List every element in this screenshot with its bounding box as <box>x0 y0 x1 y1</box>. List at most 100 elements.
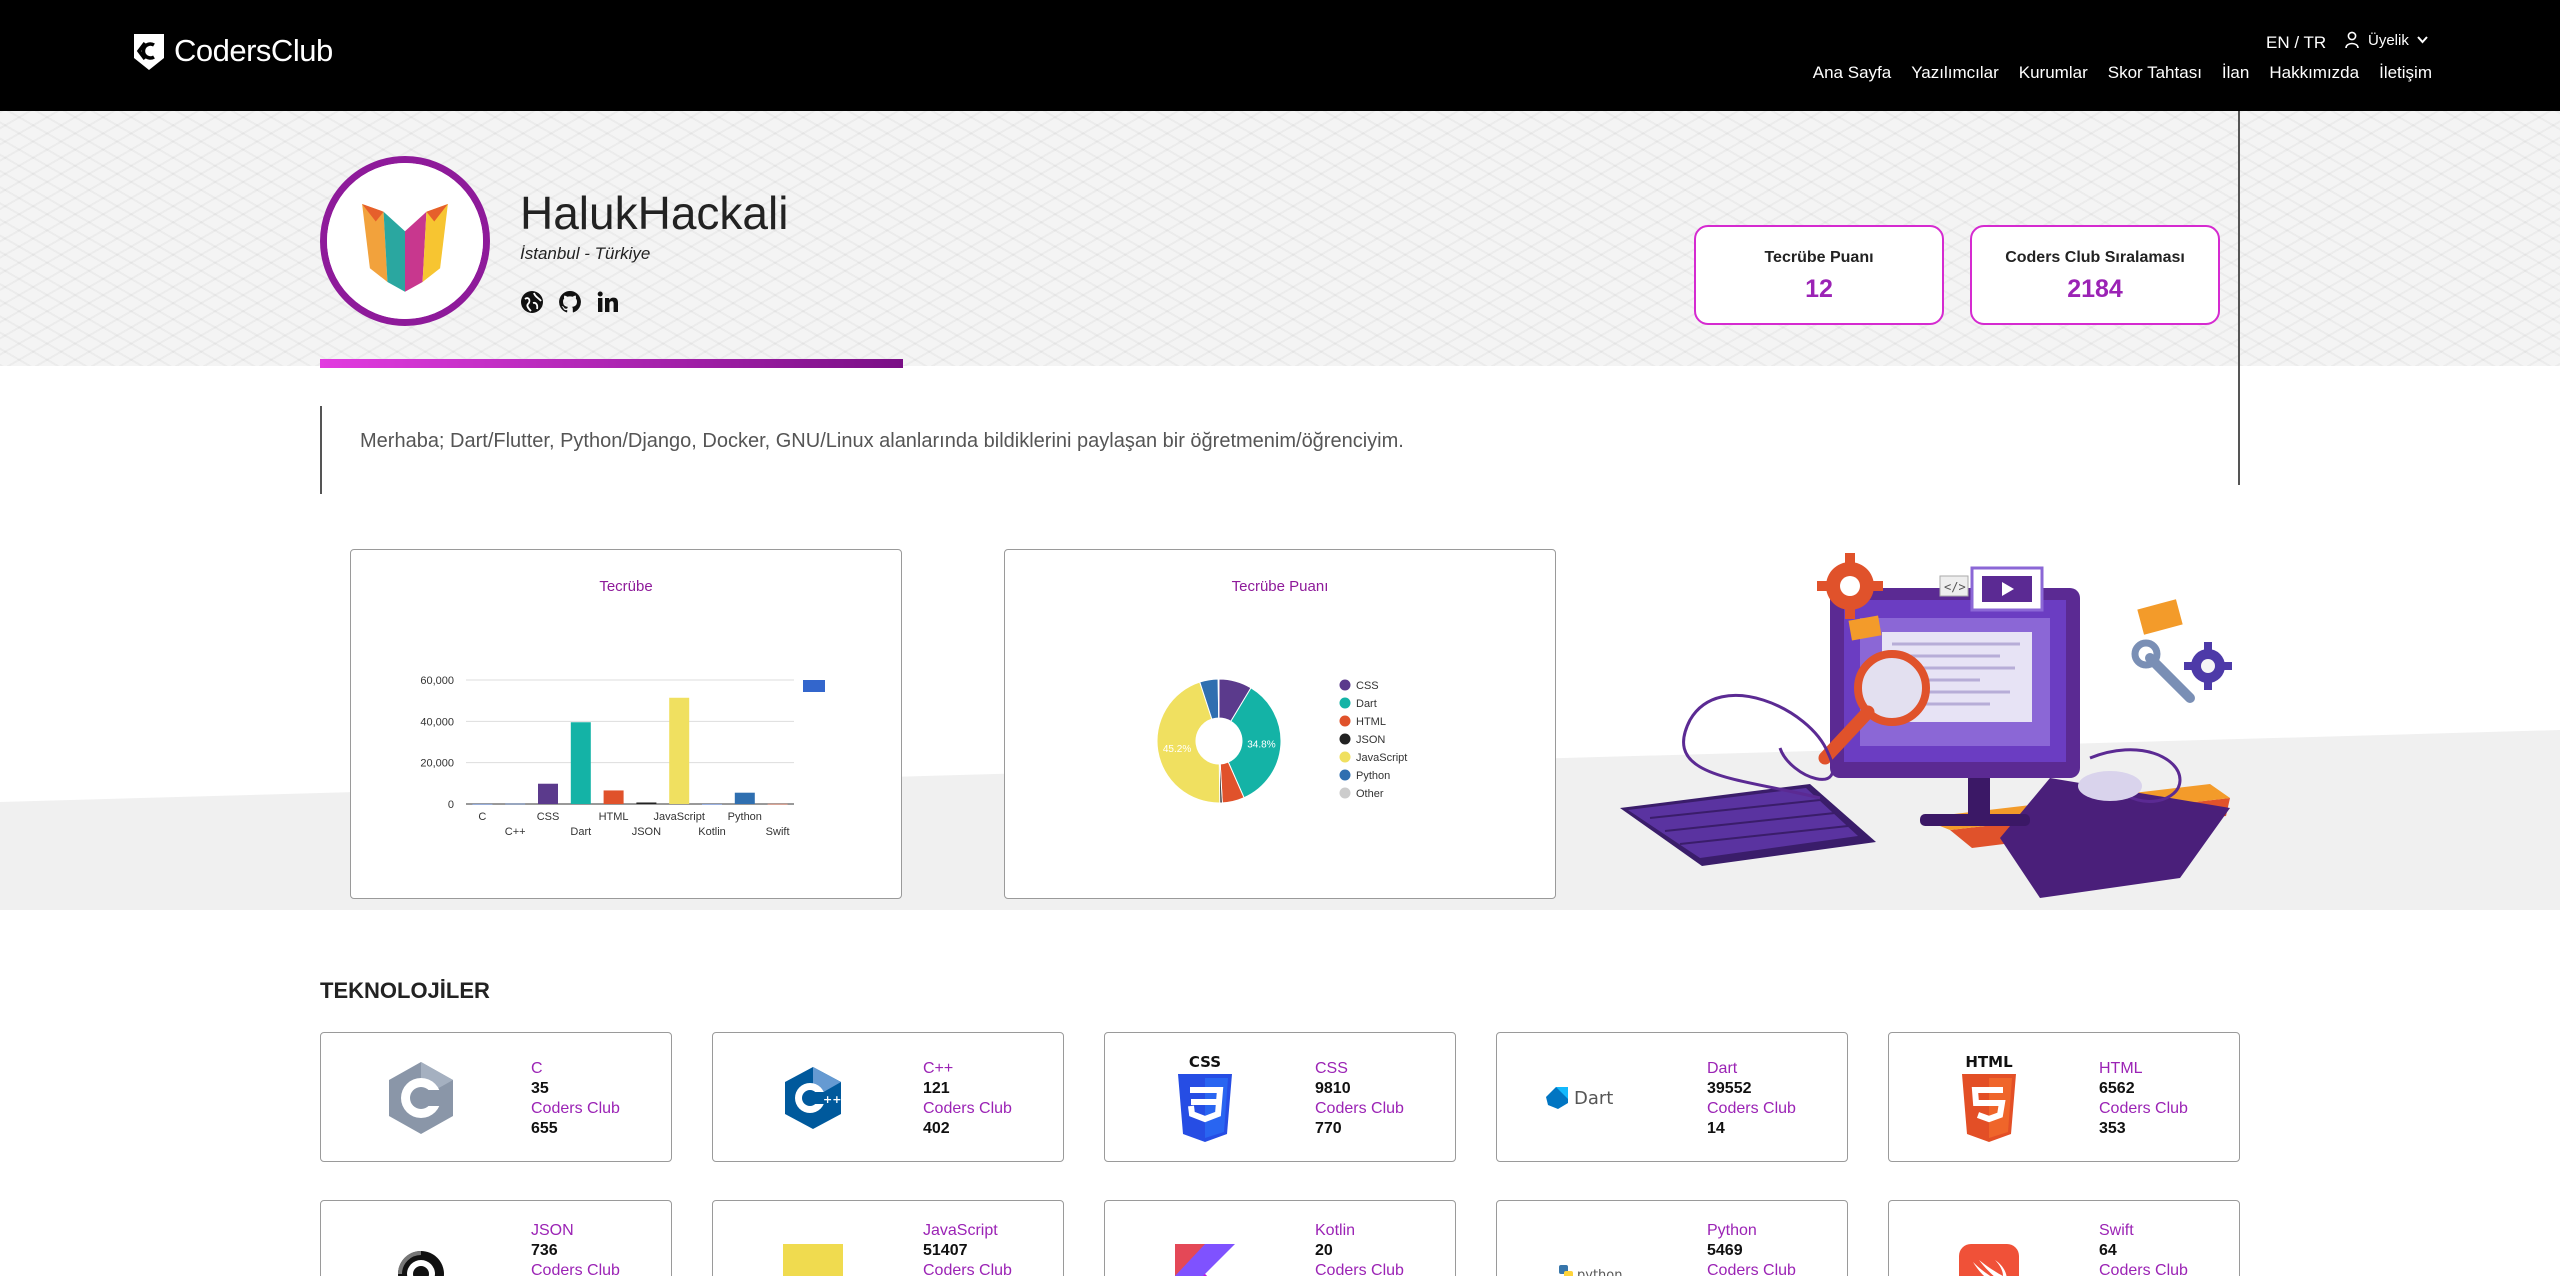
tech-card-cpp[interactable]: ++ C++ 121 Coders Club 402 <box>712 1032 1064 1162</box>
bar-swift <box>767 803 788 805</box>
pie-legend-label: JSON <box>1356 734 1385 746</box>
tech-card-dart[interactable]: Dart Dart 39552 Coders Club 14 <box>1496 1032 1848 1162</box>
nav-jobs[interactable]: İlan <box>2222 63 2249 83</box>
technologies-heading: TEKNOLOJİLER <box>320 978 490 1003</box>
bar-json <box>636 802 657 804</box>
pie-legend-swatch <box>1339 751 1351 763</box>
coders-club-label: Coders Club <box>2099 1262 2188 1276</box>
coders-club-label: Coders Club <box>531 1100 620 1117</box>
tech-name: Python <box>1707 1222 1757 1239</box>
bar-ytick-label: 60,000 <box>420 675 454 687</box>
bar-cpp <box>505 803 526 805</box>
tech-info: Dart 39552 Coders Club 14 <box>1707 1059 1796 1139</box>
main-nav: Ana Sayfa Yazılımcılar Kurumlar Skor Tah… <box>1793 63 2432 83</box>
bar-c <box>472 803 493 805</box>
tech-card-html[interactable]: HTML HTML 6562 Coders Club 353 <box>1888 1032 2240 1162</box>
tech-card-python[interactable]: python Python 5469 Coders Club <box>1496 1200 1848 1276</box>
club-ranking-card: Coders Club Sıralaması 2184 <box>1970 225 2220 325</box>
nav-companies[interactable]: Kurumlar <box>2019 63 2088 83</box>
tech-card-kotlin[interactable]: Kotlin 20 Coders Club <box>1104 1200 1456 1276</box>
club-ranking-label: Coders Club Sıralaması <box>2005 249 2185 266</box>
pie-legend-swatch <box>1339 679 1351 691</box>
tech-value: 51407 <box>923 1242 968 1259</box>
pie-legend-swatch <box>1339 787 1351 799</box>
tech-card-swift[interactable]: Swift 64 Coders Club <box>1888 1200 2240 1276</box>
swift-logo-icon <box>1929 1227 2049 1276</box>
profile-bio: Merhaba; Dart/Flutter, Python/Django, Do… <box>320 406 2238 494</box>
pie-legend-label: CSS <box>1356 680 1379 692</box>
tech-card-c[interactable]: C 35 Coders Club 655 <box>320 1032 672 1162</box>
svg-text:++: ++ <box>823 1093 841 1106</box>
bar-xtick-label: CSS <box>537 811 560 823</box>
python-logo-icon: python <box>1537 1227 1657 1276</box>
pie-legend-label: JavaScript <box>1356 752 1407 764</box>
css3-logo-icon: CSS <box>1145 1051 1265 1145</box>
globe-icon[interactable] <box>519 289 545 315</box>
tech-info: C++ 121 Coders Club 402 <box>923 1059 1012 1139</box>
avatar-image <box>327 163 483 319</box>
tech-info: CSS 9810 Coders Club 770 <box>1315 1059 1404 1139</box>
tech-card-json[interactable]: JSON 736 Coders Club <box>320 1200 672 1276</box>
tech-name: CSS <box>1315 1060 1348 1077</box>
tech-rank: 402 <box>923 1120 950 1137</box>
pie-slice-label: 34.8% <box>1247 740 1275 751</box>
bar-xtick-label: C <box>478 811 486 823</box>
bar-python <box>734 792 755 804</box>
tech-rank: 770 <box>1315 1120 1342 1137</box>
pie-slice-label: 45.2% <box>1163 744 1191 755</box>
nav-developers[interactable]: Yazılımcılar <box>1911 63 1999 83</box>
pie-legend-swatch <box>1339 715 1351 727</box>
nav-scoreboard[interactable]: Skor Tahtası <box>2108 63 2202 83</box>
bar-ytick-label: 0 <box>448 799 454 811</box>
tech-card-css[interactable]: CSS CSS 9810 Coders Club 770 <box>1104 1032 1456 1162</box>
bar-xtick-label: Python <box>728 811 762 823</box>
tech-name: Swift <box>2099 1222 2134 1239</box>
dart-logo-icon: Dart <box>1537 1051 1657 1145</box>
bar-xtick-label: HTML <box>599 811 629 823</box>
experience-points-card: Tecrübe Puanı 12 <box>1694 225 1944 325</box>
tech-value: 39552 <box>1707 1080 1752 1097</box>
linkedin-icon[interactable] <box>595 289 621 315</box>
chevron-down-icon <box>2417 36 2428 44</box>
tech-name: Kotlin <box>1315 1222 1356 1239</box>
profile-location: İstanbul - Türkiye <box>520 244 651 263</box>
tech-value: 736 <box>531 1242 558 1259</box>
coders-club-label: Coders Club <box>1315 1262 1404 1276</box>
coders-club-label: Coders Club <box>531 1262 620 1276</box>
tech-value: 6562 <box>2099 1080 2135 1097</box>
tech-value: 64 <box>2099 1242 2117 1259</box>
bar-xtick-label: JSON <box>632 826 661 838</box>
bar-xtick-label: Kotlin <box>698 826 726 838</box>
coders-club-label: Coders Club <box>923 1100 1012 1117</box>
python-logo-text: python <box>1577 1268 1622 1276</box>
json-logo-icon <box>361 1227 481 1276</box>
tech-rank: 353 <box>2099 1120 2126 1137</box>
html-logo-text: HTML <box>1965 1053 2013 1071</box>
nav-contact[interactable]: İletişim <box>2379 63 2432 83</box>
experience-bar-chart-card: Tecrübe 0 20,000 40,000 60,000 C C++ CSS Dart HT… <box>350 549 902 899</box>
top-navbar: CodersClub EN / TR Üyelik Ana Sayfa Yazı… <box>0 0 2560 111</box>
tech-name: JSON <box>531 1222 574 1239</box>
avatar <box>320 156 490 326</box>
user-icon <box>2345 31 2359 49</box>
profile-accent-bar <box>320 359 903 368</box>
tech-name: C++ <box>923 1060 954 1077</box>
dart-logo-text: Dart <box>1574 1088 1613 1109</box>
brand-logo-link[interactable]: CodersClub <box>128 30 333 72</box>
membership-menu[interactable]: Üyelik <box>2344 31 2428 49</box>
c-logo-icon <box>361 1051 481 1145</box>
tech-name: HTML <box>2099 1060 2143 1077</box>
pie-slice-other <box>1217 678 1220 719</box>
tech-card-javascript[interactable]: JS JavaScript 51407 Coders Club <box>712 1200 1064 1276</box>
nav-home[interactable]: Ana Sayfa <box>1813 63 1891 83</box>
nav-about[interactable]: Hakkımızda <box>2269 63 2359 83</box>
experience-points-label: Tecrübe Puanı <box>1764 249 1874 266</box>
experience-points-value: 12 <box>1805 275 1833 303</box>
language-switch[interactable]: EN / TR <box>2266 33 2326 53</box>
pie-legend-label: Other <box>1356 788 1384 800</box>
tech-info: JavaScript 51407 Coders Club <box>923 1221 1012 1276</box>
bio-text: Merhaba; Dart/Flutter, Python/Django, Do… <box>360 430 1404 452</box>
tech-name: C <box>531 1060 543 1077</box>
tech-info: HTML 6562 Coders Club 353 <box>2099 1059 2188 1139</box>
github-icon[interactable] <box>557 289 583 315</box>
